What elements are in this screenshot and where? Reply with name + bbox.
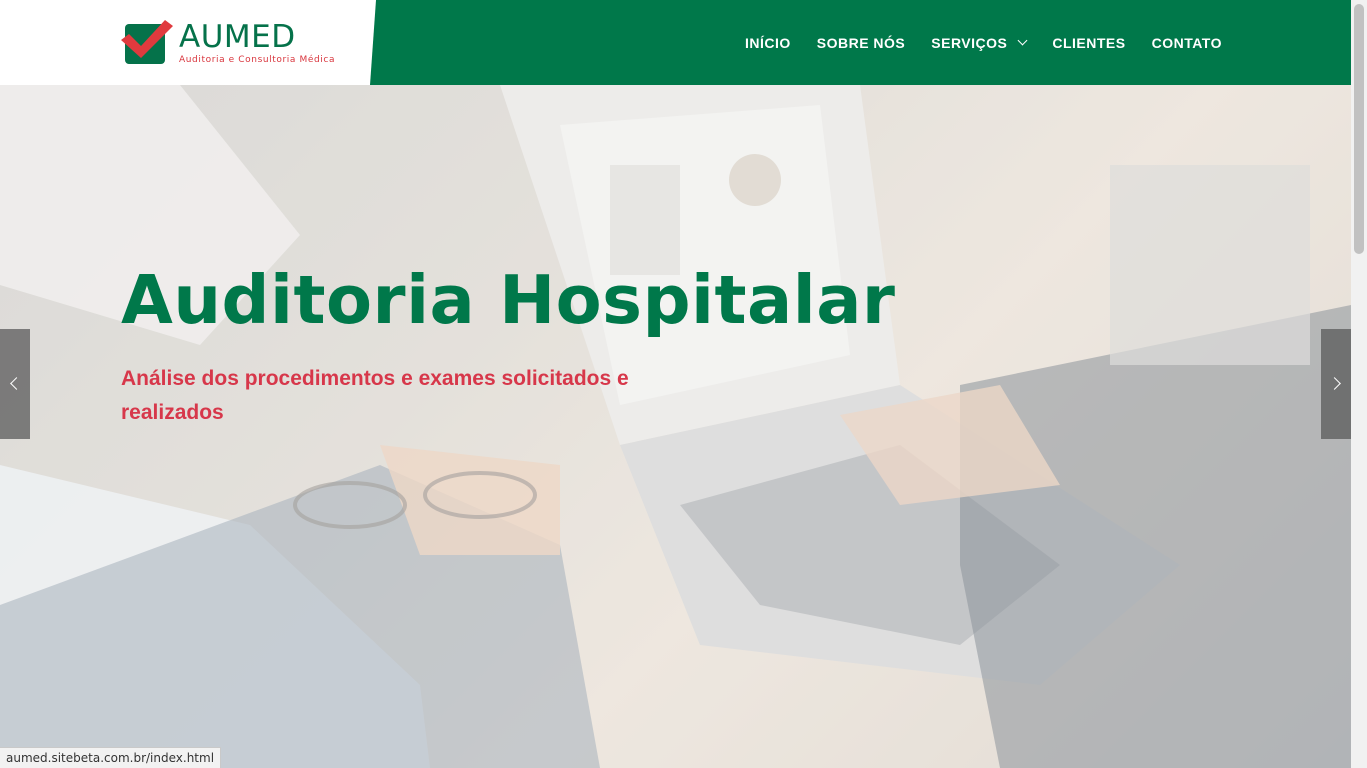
nav-item-label: CONTATO [1151, 34, 1222, 51]
site-header: AUMED Auditoria e Consultoria Médica INÍ… [0, 0, 1351, 85]
logo-text: AUMED Auditoria e Consultoria Médica [179, 20, 335, 65]
slider-next-button[interactable] [1321, 329, 1351, 439]
nav-item-contato[interactable]: CONTATO [1152, 35, 1222, 51]
nav-item-label: SERVIÇOS [931, 34, 1008, 51]
logo[interactable]: AUMED Auditoria e Consultoria Médica [121, 20, 335, 66]
logo-panel: AUMED Auditoria e Consultoria Médica [0, 0, 376, 85]
nav-item-servicos[interactable]: SERVIÇOS [931, 34, 1028, 51]
hero-title: Auditoria Hospitalar [121, 261, 896, 339]
nav-item-inicio[interactable]: INÍCIO [745, 35, 791, 51]
chevron-left-icon [10, 377, 23, 390]
page-scrollbar[interactable] [1351, 0, 1367, 768]
logo-name: AUMED [179, 19, 296, 55]
scrollbar-thumb[interactable] [1354, 4, 1364, 254]
chevron-down-icon[interactable] [1017, 35, 1028, 46]
nav-item-sobre-nos[interactable]: SOBRE NÓS [817, 35, 906, 51]
nav-item-clientes[interactable]: CLIENTES [1052, 35, 1125, 51]
slider-prev-button[interactable] [0, 329, 30, 439]
main-nav: INÍCIO SOBRE NÓS SERVIÇOS CLIENTES CONTA… [745, 0, 1222, 85]
chevron-right-icon [1328, 377, 1341, 390]
hero-subtitle: Análise dos procedimentos e exames solic… [121, 367, 629, 424]
hero-slider: Auditoria Hospitalar Análise dos procedi… [0, 85, 1351, 768]
logo-checkmark-icon [121, 20, 173, 66]
nav-item-label: CLIENTES [1052, 34, 1126, 51]
nav-item-label: SOBRE NÓS [816, 34, 906, 51]
status-bar-url: aumed.sitebeta.com.br/index.html [0, 747, 222, 768]
nav-item-label: INÍCIO [744, 34, 791, 51]
logo-tagline: Auditoria e Consultoria Médica [179, 55, 336, 65]
